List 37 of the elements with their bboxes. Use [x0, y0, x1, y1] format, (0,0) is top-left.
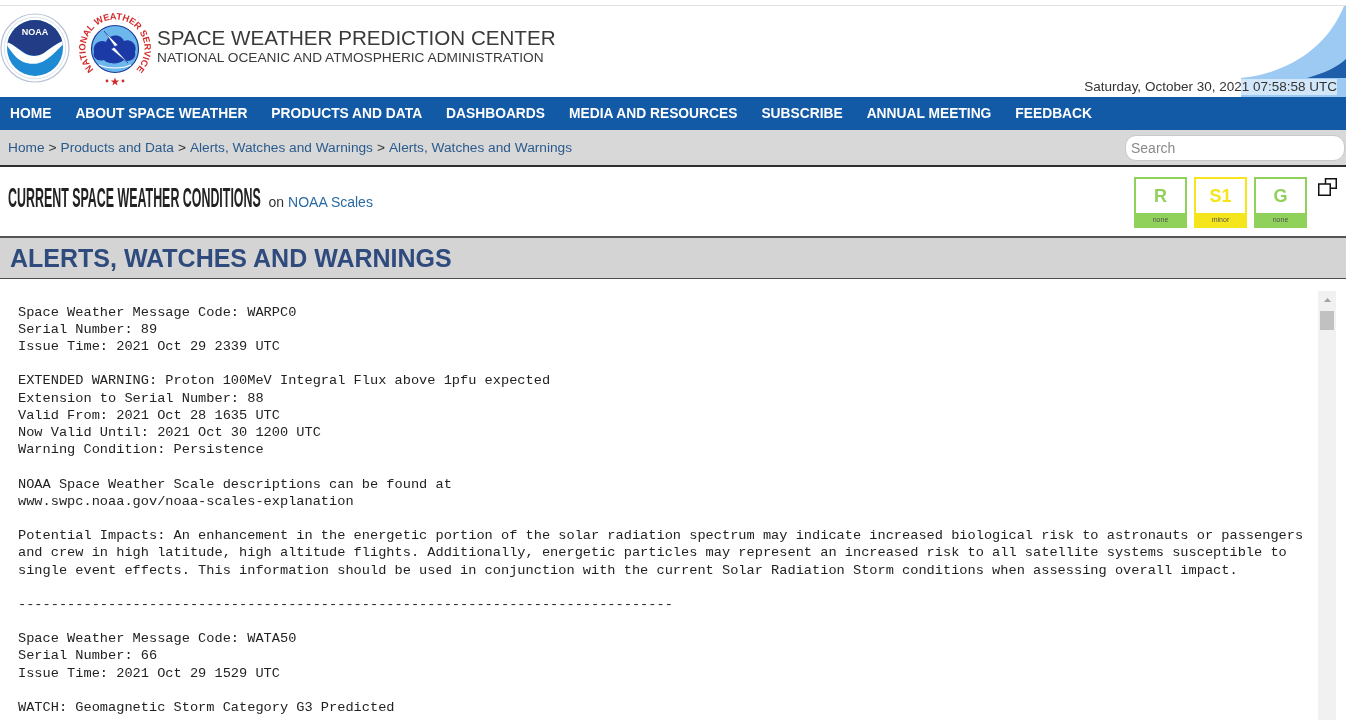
nav-link[interactable]: DASHBOARDS	[434, 97, 557, 130]
page-title: ALERTS, WATCHES AND WARNINGS	[9, 243, 452, 273]
breadcrumb-link[interactable]: Alerts, Watches and Warnings	[388, 140, 573, 155]
conditions-title: CURRENT SPACE WEATHER CONDITIONS	[8, 183, 261, 213]
site-subtitle: NATIONAL OCEANIC AND ATMOSPHERIC ADMINISTRATION	[157, 50, 545, 66]
up-arrow-icon	[1323, 298, 1331, 302]
noaa-logo[interactable]: NOAA	[0, 13, 70, 83]
conditions-on-text: on	[268, 194, 285, 210]
bulletin-paragraph: Potential Impacts: An enhancement in the energetic portion of the solar radiation spectrum may indicate increased biological risk to astronauts or passengers and crew in high latitude, high altitude flights. Additionally, energetic particles may represent an increased risk to all satellite systems susceptible to single event effects. This information should be used in conjunction with the current Solar Radiation Storm conditions when assessing overall impact.	[18, 527, 1304, 579]
overlapping-squares-icon[interactable]	[1318, 178, 1337, 196]
nav-link[interactable]: ABOUT SPACE WEATHER	[63, 97, 260, 130]
nav-link[interactable]: FEEDBACK	[1003, 97, 1104, 130]
breadcrumb-link[interactable]: Products and Data	[60, 140, 174, 155]
bulletin-separator: --------------------------------------------------------------------------------	[18, 595, 673, 614]
noaa-scales-link[interactable]: NOAA Scales	[288, 194, 373, 210]
bulletin-paragraph: NOAA Space Weather Scale descriptions can be found at www.swpc.noaa.gov/noaa-scales-explanation	[18, 475, 452, 510]
breadcrumb-separator: >	[48, 140, 57, 155]
scale-letter: G	[1272, 184, 1289, 208]
nav-link[interactable]: ANNUAL MEETING	[854, 97, 1004, 130]
search-field[interactable]: Search	[1125, 134, 1345, 161]
scrollbar-thumb[interactable]	[1320, 311, 1334, 330]
scale-letter: R	[1153, 184, 1168, 208]
bulletin-paragraph: EXTENDED WARNING: Proton 100MeV Integral Flux above 1pfu expected Extension to Serial Number: 88 Valid From: 2021 Oct 28 1635 UTC Now Valid Until: 2021 Oct 30 1200 UTC Warning Condition: Persistence	[18, 372, 551, 459]
scale-letter: S1	[1208, 184, 1233, 208]
breadcrumb-separator: >	[177, 140, 186, 155]
nav-link[interactable]: MEDIA AND RESOURCES	[557, 97, 750, 130]
breadcrumb-separator: >	[376, 140, 385, 155]
date-time: Saturday, October 30, 2021 07:58:58 UTC	[1082, 79, 1337, 95]
bulletin-paragraph: WATCH: Geomagnetic Storm Category G3 Predicted	[18, 699, 395, 717]
breadcrumb-link[interactable]: Alerts, Watches and Warnings	[189, 140, 373, 155]
nav-link[interactable]: HOME	[0, 97, 64, 130]
breadcrumb-link[interactable]: Home	[8, 140, 45, 155]
bulletin-paragraph: Space Weather Message Code: WATA50 Serial Number: 66 Issue Time: 2021 Oct 29 1529 UTC	[18, 630, 297, 682]
nav-link[interactable]: SUBSCRIBE	[749, 97, 855, 130]
site-title[interactable]: SPACE WEATHER PREDICTION CENTER	[157, 26, 556, 50]
bulletin-paragraph: Space Weather Message Code: WARPC0 Serial Number: 89 Issue Time: 2021 Oct 29 2339 UTC	[18, 303, 297, 356]
nav-link[interactable]: PRODUCTS AND DATA	[259, 97, 435, 130]
